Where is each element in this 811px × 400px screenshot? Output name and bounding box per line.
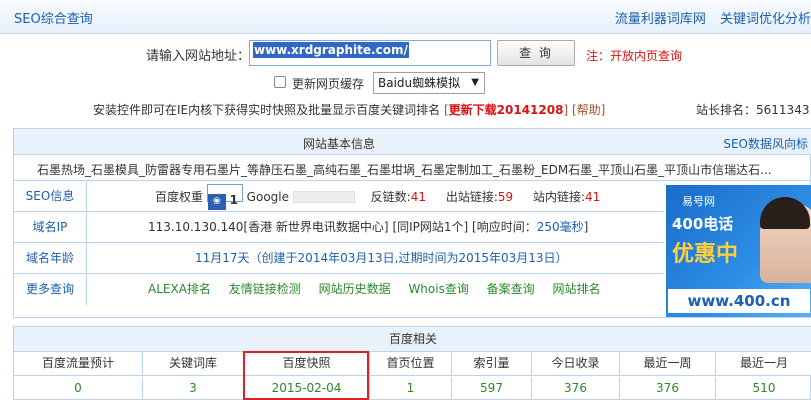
col-home-position: 首页位置 (370, 352, 452, 376)
ad-line-1: 400电话 (672, 215, 734, 233)
query-button[interactable]: 查 询 (497, 40, 575, 66)
response-suffix: ] (583, 220, 589, 234)
seo-info-row: SEO信息 百度权重 ❀ 1 Google 反链数:41 出站链接:59 站内链接… (14, 181, 664, 212)
link-whois[interactable]: Whois查询 (408, 282, 468, 296)
ad-line-2: 优惠中 (672, 242, 739, 267)
col-week: 最近一周 (620, 352, 716, 376)
val-today[interactable]: 376 (532, 377, 620, 400)
domain-age-detail: （创建于2014年03月13日,过期时间为2015年03月13日） (249, 251, 568, 265)
domain-age: 11月17天 (195, 251, 250, 265)
val-index[interactable]: 597 (452, 377, 532, 400)
outlinks-label: 出站链接: (445, 190, 498, 204)
spider-select-value: Baidu蜘蛛模拟 (378, 76, 461, 90)
baidu-heading: 百度相关 (14, 327, 811, 352)
link-history[interactable]: 网站历史数据 (319, 282, 391, 296)
val-week[interactable]: 376 (620, 377, 716, 400)
update-cache-checkbox[interactable] (274, 76, 286, 88)
baidu-table: 百度相关 百度流量预计 关键词库 百度快照 首页位置 索引量 今日收录 最近一周… (13, 326, 811, 400)
val-month[interactable]: 510 (716, 377, 811, 400)
google-label: Google (246, 190, 289, 204)
val-traffic: 0 (14, 377, 143, 400)
rank-label: 站长排名： (696, 103, 757, 117)
snapshot-highlight-box (243, 351, 369, 400)
response-prefix: [响应时间： (472, 220, 537, 234)
domain-ip-values: 113.10.130.140[香港 新世界电讯数据中心] [同IP网站1个] [… (88, 212, 664, 243)
col-keyword-library: 关键词库 (143, 352, 244, 376)
domain-age-row: 域名年龄 11月17天（创建于2014年03月13日,过期时间为2015年03月… (14, 243, 664, 274)
site-info-header: 网站基本信息 SEO数据风向标 (14, 129, 811, 155)
val-home-position: 1 (370, 377, 452, 400)
domain-age-values: 11月17天（创建于2014年03月13日,过期时间为2015年03月13日） (88, 243, 664, 274)
spider-select[interactable]: Baidu蜘蛛模拟 ▼ (373, 72, 485, 94)
top-links: 流量利器词库网 关键词优化分析 (605, 8, 811, 27)
link-icp[interactable]: 备案查询 (487, 282, 535, 296)
site-info-table: 网站基本信息 SEO数据风向标 石墨热场_石墨模具_防雷器专用石墨片_等静压石墨… (13, 128, 811, 318)
link-site-rank[interactable]: 网站排名 (553, 282, 601, 296)
backlinks-label: 反链数: (370, 190, 411, 204)
inlinks-label: 站内链接: (532, 190, 586, 204)
seo-info-values: 百度权重 ❀ 1 Google 反链数:41 出站链接:59 站内链接:41 (88, 181, 664, 212)
url-label: 请输入网站地址： (146, 49, 251, 64)
baidu-weight-badge[interactable]: ❀ 1 (206, 184, 243, 210)
col-month: 最近一月 (716, 352, 811, 376)
backlinks-value[interactable]: 41 (411, 190, 426, 204)
download-link[interactable]: 更新下载20141208 (449, 103, 564, 117)
url-input-value: www.xrdgraphite.com/ (253, 42, 409, 58)
site-info-heading: 网站基本信息 (302, 137, 375, 151)
ad-banner[interactable]: 易号网 400电话 优惠中 www.400.cn (666, 185, 811, 317)
baidu-weight-value: 1 (229, 193, 239, 207)
install-bar: 安装控件即可在IE内核下获得实时快照及批量显示百度关键词排名 [更新下载2014… (93, 103, 606, 117)
paw-icon: ❀ (207, 194, 226, 210)
webmaster-rank: 站长排名：5611343 (696, 101, 809, 118)
domain-age-label[interactable]: 域名年龄 (14, 243, 87, 274)
ad-logo: 易号网 (682, 195, 715, 208)
help-link[interactable]: 帮助 (577, 103, 601, 117)
more-query-links: ALEXA排名 友情链接检测 网站历史数据 Whois查询 备案查询 网站排名 (88, 274, 664, 305)
more-query-row: 更多查询 ALEXA排名 友情链接检测 网站历史数据 Whois查询 备案查询 … (14, 274, 664, 305)
chevron-down-icon: ▼ (471, 77, 479, 88)
same-ip-sites[interactable]: [同IP网站1个] (392, 220, 468, 234)
rank-value: 5611343 (756, 103, 810, 117)
outlinks-value[interactable]: 59 (498, 190, 513, 204)
domain-ip-row: 域名IP 113.10.130.140[香港 新世界电讯数据中心] [同IP网站… (14, 212, 664, 243)
inner-page-note: 注：开放内页查询 (586, 49, 683, 63)
seo-trend-link[interactable]: SEO数据风向标 (723, 135, 808, 152)
link-keyword-library[interactable]: 流量利器词库网 (615, 12, 706, 27)
col-traffic: 百度流量预计 (14, 352, 143, 376)
val-keyword-library[interactable]: 3 (143, 377, 244, 400)
link-friend-links[interactable]: 友情链接检测 (229, 282, 301, 296)
url-input[interactable]: www.xrdgraphite.com/ (249, 40, 491, 66)
col-index: 索引量 (452, 352, 532, 376)
domain-ip-label[interactable]: 域名IP (14, 212, 87, 243)
top-bar: SEO综合查询 流量利器词库网 关键词优化分析 (0, 0, 811, 34)
inlinks-value[interactable]: 41 (585, 190, 600, 204)
install-text: 安装控件即可在IE内核下获得实时快照及批量显示百度关键词排名 (93, 103, 441, 117)
ad-url: www.400.cn (668, 289, 810, 313)
site-title[interactable]: SEO综合查询 (14, 8, 93, 27)
link-keyword-optimization[interactable]: 关键词优化分析 (720, 12, 811, 27)
site-keywords: 石墨热场_石墨模具_防雷器专用石墨片_等静压石墨_高纯石墨_石墨坩埚_石墨定制加… (14, 155, 811, 181)
more-query-label[interactable]: 更多查询 (14, 274, 87, 305)
seo-info-label[interactable]: SEO信息 (14, 181, 87, 212)
update-cache-label: 更新网页缓存 (292, 77, 365, 91)
google-rank-bar (292, 191, 355, 203)
ad-person-hair (760, 197, 810, 229)
ip-address: 113.10.130.140[香港 新世界电讯数据中心] (148, 220, 389, 234)
response-time: 250毫秒 (536, 220, 584, 234)
link-alexa[interactable]: ALEXA排名 (148, 282, 211, 296)
baidu-weight-label: 百度权重 (155, 190, 204, 204)
col-today: 今日收录 (532, 352, 620, 376)
